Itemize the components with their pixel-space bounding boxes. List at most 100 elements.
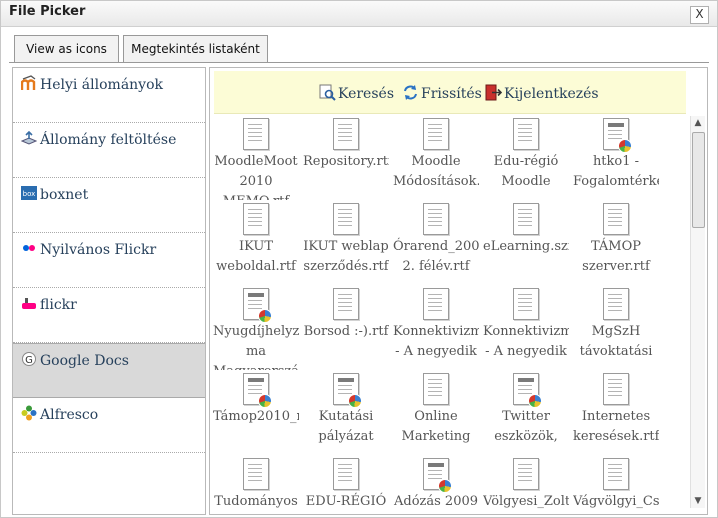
file-name: IKUT weboldal.rtf	[216, 239, 296, 274]
flickr-dots-icon	[21, 240, 37, 256]
file-item[interactable]: IKUT weblap szerződés.rtf	[303, 203, 389, 285]
file-name: Repository.rtf	[303, 154, 389, 169]
file-item[interactable]: EDU-RÉGIÓ	[303, 458, 389, 514]
text-document-icon	[333, 458, 359, 490]
file-item[interactable]: htko1 - Fogalomtérkép	[573, 118, 659, 200]
text-document-icon	[333, 288, 359, 320]
file-name: htko1 - Fogalomtérkép	[573, 154, 659, 189]
refresh-icon	[402, 84, 419, 101]
sidebar-item-google-docs[interactable]: G Google Docs	[13, 343, 205, 398]
tab-view-as-list[interactable]: Megtekintés listaként	[123, 35, 268, 62]
file-item[interactable]: Internetes keresések.rtf	[573, 373, 659, 455]
file-name: EDU-RÉGIÓ	[305, 494, 387, 509]
file-name: Órarend_2009 2. félév.rtf	[393, 239, 479, 274]
sidebar-item-alfresco[interactable]: Alfresco	[13, 398, 205, 453]
text-document-icon	[513, 288, 539, 320]
file-item[interactable]: Twitter eszközök,	[483, 373, 569, 455]
file-name: MgSzH távoktatási	[579, 324, 653, 359]
sidebar-item-label: Helyi állományok	[40, 77, 163, 93]
spreadsheet-icon	[603, 118, 632, 153]
spreadsheet-icon	[513, 373, 542, 408]
file-name: Borsod :-).rtf	[303, 324, 389, 339]
text-document-icon	[513, 118, 539, 150]
file-item[interactable]: Repository.rtf	[303, 118, 389, 200]
file-item[interactable]: Edu-régió Moodle	[483, 118, 569, 200]
svg-text:G: G	[25, 355, 33, 366]
sidebar-item-label: Google Docs	[40, 353, 129, 369]
logout-icon	[485, 84, 503, 101]
file-item[interactable]: MgSzH távoktatási	[573, 288, 659, 370]
svg-text:box: box	[23, 190, 36, 198]
file-name: eLearning.szie	[483, 239, 569, 254]
file-name: TÁMOP szerver.rtf	[582, 239, 650, 274]
window-title: File Picker	[9, 4, 86, 19]
file-name: Kutatási pályázat	[318, 409, 374, 444]
title-bar: File Picker X	[1, 1, 717, 27]
sidebar-item-public-flickr[interactable]: Nyilvános Flickr	[13, 233, 205, 288]
file-name: Nyugdíjhelyzet ma Magyarország	[213, 324, 299, 370]
spreadsheet-icon	[333, 373, 362, 408]
text-document-icon	[423, 118, 449, 150]
logout-label: Kijelentkezés	[504, 86, 599, 102]
file-item[interactable]: Támop2010_m	[213, 373, 299, 455]
file-item[interactable]: Konnektivizmus - A negyedik	[393, 288, 479, 370]
spreadsheet-icon	[243, 288, 272, 323]
file-item[interactable]: MoodleMoot 2010 MEMO.rtf	[213, 118, 299, 200]
text-document-icon	[333, 118, 359, 150]
file-item[interactable]: Borsod :-).rtf	[303, 288, 389, 370]
file-item[interactable]: Völgyesi_Zoltán	[483, 458, 569, 514]
file-picker-window: File Picker X View as icons Megtekintés …	[0, 0, 718, 518]
text-document-icon	[423, 288, 449, 320]
file-name: MoodleMoot 2010 MEMO.rtf	[214, 154, 298, 200]
file-item[interactable]: eLearning.szie	[483, 203, 569, 285]
logout-button[interactable]: Kijelentkezés	[485, 84, 599, 102]
file-name: Edu-régió Moodle	[493, 154, 559, 189]
file-item[interactable]: Nyugdíjhelyzet ma Magyarország	[213, 288, 299, 370]
sidebar-item-label: boxnet	[40, 187, 89, 203]
sidebar-item-label: Alfresco	[40, 407, 99, 423]
spreadsheet-icon	[243, 373, 272, 408]
text-document-icon	[513, 203, 539, 235]
scroll-down-icon[interactable]: ▼	[691, 494, 705, 508]
file-item[interactable]: IKUT weboldal.rtf	[213, 203, 299, 285]
google-icon: G	[21, 351, 37, 367]
file-item[interactable]: TÁMOP szerver.rtf	[573, 203, 659, 285]
file-name: Internetes keresések.rtf	[573, 409, 659, 444]
upload-icon	[20, 130, 38, 146]
sidebar-item-flickr[interactable]: flickr	[13, 288, 205, 343]
sidebar-item-label: Állomány feltöltése	[40, 132, 177, 148]
close-button[interactable]: X	[690, 6, 709, 24]
sidebar-item-label: Nyilvános Flickr	[40, 242, 157, 258]
file-item[interactable]: Online Marketing	[393, 373, 479, 455]
file-item[interactable]: Adózás 2009	[393, 458, 479, 514]
file-item[interactable]: Kutatási pályázat	[303, 373, 389, 455]
moodle-icon	[20, 75, 37, 91]
tab-view-as-icons[interactable]: View as icons	[14, 35, 119, 62]
sidebar-item-upload[interactable]: Állomány feltöltése	[13, 123, 205, 178]
text-document-icon	[243, 458, 269, 490]
file-name: Vágvölgyi_Csaba	[573, 494, 659, 509]
refresh-label: Frissítés	[421, 86, 482, 102]
text-document-icon	[423, 203, 449, 235]
search-button[interactable]: Keresés	[319, 84, 394, 102]
file-item[interactable]: Konnektivizmus - A negyedik	[483, 288, 569, 370]
scrollbar-thumb[interactable]	[692, 132, 705, 228]
file-name: Adózás 2009	[393, 494, 479, 509]
sidebar-item-local-files[interactable]: Helyi állományok	[13, 68, 205, 123]
scroll-up-icon[interactable]: ▲	[691, 116, 705, 130]
text-document-icon	[513, 458, 539, 490]
sidebar-item-label: flickr	[40, 297, 77, 313]
file-item[interactable]: Vágvölgyi_Csaba	[573, 458, 659, 514]
file-item[interactable]: Moodle Módosítások.rtf	[393, 118, 479, 200]
text-document-icon	[423, 373, 449, 405]
spreadsheet-icon	[423, 458, 452, 493]
file-item[interactable]: Órarend_2009 2. félév.rtf	[393, 203, 479, 285]
file-name: Konnektivizmus - A negyedik	[393, 324, 479, 359]
file-item[interactable]: Tudományos	[213, 458, 299, 514]
refresh-button[interactable]: Frissítés	[402, 84, 482, 102]
file-name: Völgyesi_Zoltán	[483, 494, 569, 509]
search-icon	[319, 84, 336, 101]
vertical-scrollbar[interactable]: ▲ ▼	[690, 116, 705, 508]
text-document-icon	[603, 288, 629, 320]
sidebar-item-boxnet[interactable]: box boxnet	[13, 178, 205, 233]
